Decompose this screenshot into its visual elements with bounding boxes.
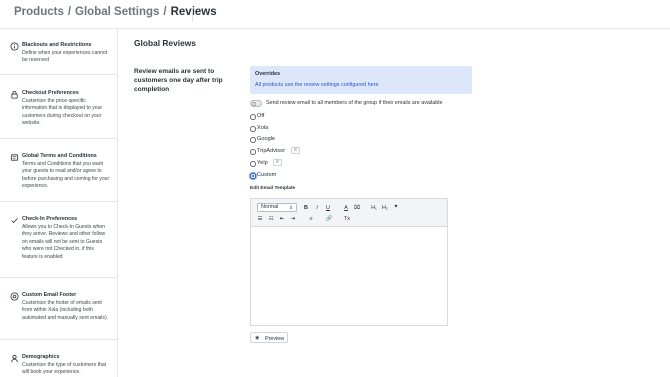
sidebar-item-description: Customize the price-specific information…: [22, 98, 103, 127]
sidebar-item-title: Global Terms and Conditions: [22, 153, 97, 159]
sidebar-item-blackouts[interactable]: Blackouts and Restrictions Define when y…: [0, 29, 117, 75]
settings-sidebar: Blackouts and Restrictions Define when y…: [0, 29, 118, 377]
radio-button[interactable]: [250, 161, 256, 167]
breadcrumb-products[interactable]: Products: [14, 6, 64, 18]
email-template-editor: Normal ⇕ B I U A ⌧ H₁ H₂ ❞ ☰ ☷ ⇤ ⇥ ≡ 🔗 T…: [250, 198, 448, 326]
at-icon: [10, 292, 19, 301]
radio-button[interactable]: [250, 114, 256, 120]
align-button[interactable]: ≡: [307, 215, 315, 223]
blockquote-button[interactable]: ❞: [392, 204, 400, 212]
clear-format-button[interactable]: Tx: [343, 215, 351, 223]
sidebar-item-title: Custom Email Footer: [22, 292, 77, 298]
editor-toolbar: Normal ⇕ B I U A ⌧ H₁ H₂ ❞ ☰ ☷ ⇤ ⇥ ≡ 🔗 T…: [251, 199, 447, 227]
preview-button-label: Preview: [265, 335, 285, 342]
select-caret-icon: ⇕: [289, 205, 293, 210]
sidebar-item-description: Customize the footer of emails sent from…: [22, 300, 109, 321]
sidebar-item-description: Customize the type of customers that wil…: [22, 362, 107, 376]
info-icon: [10, 42, 19, 51]
sidebar-item-checkout-preferences[interactable]: Checkout Preferences Customize the price…: [0, 75, 117, 139]
group-email-toggle[interactable]: [250, 100, 262, 107]
indent-button[interactable]: ⇥: [289, 215, 297, 223]
edit-email-template-label: Edit Email Template: [250, 186, 296, 191]
sidebar-item-description: Define when your experiences cannot be r…: [22, 50, 108, 64]
breadcrumb-separator: /: [163, 6, 167, 18]
format-select[interactable]: Normal ⇕: [257, 203, 297, 212]
italic-button[interactable]: I: [313, 204, 321, 212]
group-email-toggle-label: Send review email to all members of the …: [266, 100, 443, 106]
format-select-value: Normal: [261, 204, 279, 210]
main-content: Global Reviews Review emails are sent to…: [119, 29, 670, 377]
radio-button-selected[interactable]: [250, 173, 256, 179]
eye-icon: ◉: [255, 335, 260, 341]
ordered-list-button[interactable]: ☰: [256, 215, 264, 223]
sidebar-item-demographics[interactable]: Demographics Customize the type of custo…: [0, 340, 117, 377]
radio-button[interactable]: [250, 126, 256, 132]
sidebar-item-title: Checkout Preferences: [22, 90, 79, 96]
breadcrumb-reviews: Reviews: [170, 6, 217, 18]
radio-label: Yelp: [257, 160, 268, 166]
radio-label: Custom: [257, 172, 277, 178]
user-icon: [11, 354, 18, 363]
heading2-button[interactable]: H₂: [381, 204, 389, 212]
link-button[interactable]: 🔗: [325, 215, 333, 223]
bullet-list-button[interactable]: ☷: [267, 215, 275, 223]
background-color-button[interactable]: ⌧: [353, 204, 361, 212]
radio-button[interactable]: [250, 137, 256, 143]
radio-label: Off: [257, 113, 265, 119]
text-color-button[interactable]: A: [342, 204, 350, 212]
overrides-notice: Overrides All products use the review se…: [250, 66, 472, 94]
radio-label: TripAdvisor: [257, 148, 286, 154]
heading1-button[interactable]: H₁: [370, 204, 378, 212]
bold-button[interactable]: B: [302, 204, 310, 212]
settings-badge-icon[interactable]: ☰: [291, 147, 300, 154]
sidebar-item-global-terms[interactable]: Global Terms and Conditions Terms and Co…: [0, 139, 117, 202]
lock-icon: [11, 91, 18, 99]
page-title: Global Reviews: [134, 38, 196, 48]
outdent-button[interactable]: ⇤: [278, 215, 286, 223]
overrides-heading: Overrides: [255, 71, 281, 77]
preview-button[interactable]: ◉ Preview: [250, 332, 288, 343]
section-description: Review emails are sent to customers one …: [134, 68, 223, 93]
settings-badge-icon[interactable]: ☰: [273, 159, 282, 166]
underline-button[interactable]: U: [324, 204, 332, 212]
sidebar-item-title: Demographics: [22, 354, 60, 360]
breadcrumb-global-settings[interactable]: Global Settings: [75, 6, 159, 18]
sidebar-item-title: Check-In Preferences: [22, 216, 78, 222]
breadcrumb: Products / Global Settings / Reviews: [14, 6, 217, 18]
header-divider: [192, 6, 193, 22]
radio-label: Google: [257, 136, 276, 142]
document-icon: [10, 154, 19, 161]
sidebar-item-title: Blackouts and Restrictions: [22, 42, 92, 48]
radio-button[interactable]: [250, 149, 256, 155]
toggle-knob: [251, 101, 256, 106]
top-bar: Products / Global Settings / Reviews: [0, 0, 670, 29]
breadcrumb-separator: /: [67, 6, 72, 18]
sidebar-item-custom-email-footer[interactable]: Custom Email Footer Customize the footer…: [0, 278, 117, 340]
radio-label: Xola: [257, 125, 269, 131]
sidebar-item-check-in-preferences[interactable]: Check-In Preferences Allows you to Check…: [0, 202, 117, 278]
sidebar-item-description: Terms and Conditions that you want your …: [22, 161, 110, 190]
email-template-textarea[interactable]: [251, 228, 447, 325]
check-icon: [11, 218, 18, 224]
sidebar-item-description: Allows you to Check-In Guests when they …: [22, 224, 106, 260]
overrides-link[interactable]: All products use the review settings con…: [255, 82, 378, 88]
